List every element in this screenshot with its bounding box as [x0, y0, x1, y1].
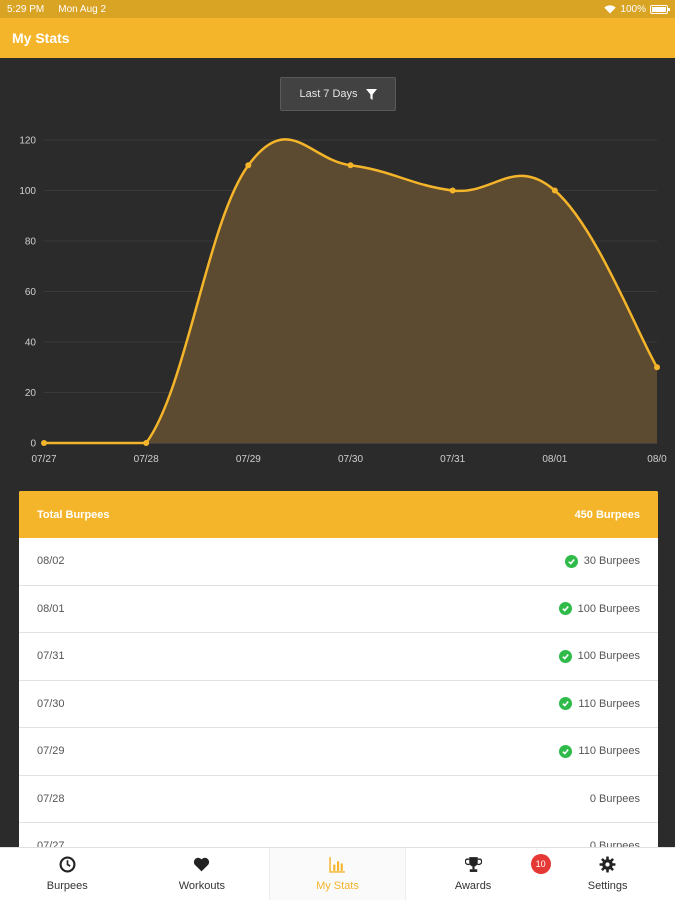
data-point[interactable] — [347, 162, 354, 169]
tab-label: Awards — [454, 880, 492, 892]
x-tick-label: 07/31 — [440, 454, 465, 465]
row-value-wrap: 110 Burpees — [559, 697, 640, 711]
chart-y-ticks: 0 20 40 60 80 100 120 — [19, 136, 36, 450]
row-value-wrap: 100 Burpees — [558, 649, 640, 663]
tab-burpees[interactable]: Burpees — [0, 848, 135, 900]
y-tick-label: 20 — [25, 388, 37, 399]
row-date: 08/02 — [37, 555, 65, 568]
table-header: Total Burpees 450 Burpees — [19, 491, 658, 538]
battery-icon — [650, 4, 670, 14]
row-date: 07/28 — [37, 792, 65, 805]
data-point[interactable] — [245, 162, 252, 169]
y-tick-label: 120 — [19, 136, 36, 147]
data-point[interactable] — [654, 364, 660, 371]
table-row: 07/28 0 Burpees — [19, 776, 658, 823]
row-value: 100 Burpees — [577, 650, 640, 663]
table-row: 08/02 30 Burpees — [19, 538, 658, 586]
clock-icon — [59, 856, 76, 873]
y-tick-label: 40 — [25, 338, 37, 349]
battery-percent: 100% — [620, 3, 646, 15]
check-circle-icon — [564, 554, 578, 568]
status-date: Mon Aug 2 — [58, 3, 107, 15]
table-row: 07/31 100 Burpees — [19, 633, 658, 681]
x-tick-label: 07/27 — [31, 454, 56, 465]
row-value-wrap: 0 Burpees — [590, 793, 640, 805]
tab-workouts[interactable]: Workouts — [135, 848, 270, 900]
tab-bar: Burpees Workouts My Stats 10 Awards Sett… — [0, 847, 675, 900]
status-time: 5:29 PM — [7, 3, 45, 15]
x-tick-label: 07/30 — [338, 454, 363, 465]
check-circle-icon — [559, 697, 573, 711]
bar-chart-icon — [329, 857, 345, 873]
y-tick-label: 80 — [25, 237, 37, 248]
chart-x-ticks: 07/27 07/28 07/29 07/30 07/31 08/01 08/0 — [31, 454, 667, 465]
row-value-wrap: 30 Burpees — [564, 554, 640, 568]
burpees-table: Total Burpees 450 Burpees 08/02 30 Burpee… — [19, 491, 658, 851]
row-value: 0 Burpees — [589, 792, 640, 805]
row-date: 08/01 — [37, 602, 65, 615]
row-value: 110 Burpees — [578, 745, 640, 758]
row-value: 30 Burpees — [583, 555, 640, 568]
data-point[interactable] — [449, 187, 456, 194]
tab-awards[interactable]: 10 Awards — [406, 848, 551, 900]
app-bar: My Stats — [0, 18, 675, 58]
data-point[interactable] — [41, 440, 47, 446]
x-tick-label: 08/01 — [542, 454, 567, 465]
tab-settings[interactable]: Settings — [540, 848, 675, 900]
tab-label: Workouts — [178, 880, 226, 892]
row-date: 07/31 — [37, 650, 65, 663]
row-value-wrap: 110 Burpees — [559, 744, 640, 758]
row-value: 110 Burpees — [578, 697, 640, 710]
y-tick-label: 0 — [30, 439, 36, 450]
y-tick-label: 100 — [19, 186, 36, 197]
filter-icon — [365, 88, 377, 100]
heart-icon — [194, 857, 210, 872]
x-tick-label: 08/0 — [647, 454, 667, 465]
table-rows: 08/02 30 Burpees 08/01 100 Burpees 07/31 100 … — [19, 538, 658, 851]
check-circle-icon — [558, 649, 572, 663]
table-row: 07/30 110 Burpees — [19, 681, 658, 728]
data-point[interactable] — [551, 187, 558, 194]
gear-icon — [599, 856, 616, 873]
status-bar: 5:29 PM Mon Aug 2 100% — [0, 0, 675, 18]
y-tick-label: 60 — [25, 287, 37, 298]
page-title: My Stats — [12, 30, 70, 46]
check-circle-icon — [559, 744, 573, 758]
total-value: 450 Burpees — [574, 508, 640, 521]
tab-label: Burpees — [46, 880, 88, 892]
total-label: Total Burpees — [37, 508, 110, 521]
data-point[interactable] — [143, 440, 150, 446]
tab-label: Settings — [587, 880, 628, 892]
date-filter-button[interactable]: Last 7 Days — [280, 77, 396, 111]
tab-label: My Stats — [316, 880, 359, 892]
row-date: 07/30 — [37, 697, 65, 710]
tab-my-stats[interactable]: My Stats — [269, 848, 406, 900]
wifi-icon — [604, 4, 617, 13]
row-value-wrap: 100 Burpees — [558, 602, 640, 616]
row-date: 07/29 — [37, 745, 65, 758]
burpees-chart: 0 20 40 60 80 100 120 07/27 07/28 07/29 07/30 07/3… — [19, 136, 667, 466]
x-tick-label: 07/29 — [236, 454, 261, 465]
trophy-icon — [464, 857, 482, 872]
row-value: 100 Burpees — [577, 602, 640, 615]
filter-label: Last 7 Days — [299, 88, 358, 100]
table-row: 08/01 100 Burpees — [19, 586, 658, 633]
x-tick-label: 07/28 — [134, 454, 159, 465]
table-row: 07/29 110 Burpees — [19, 728, 658, 776]
check-circle-icon — [558, 602, 572, 616]
